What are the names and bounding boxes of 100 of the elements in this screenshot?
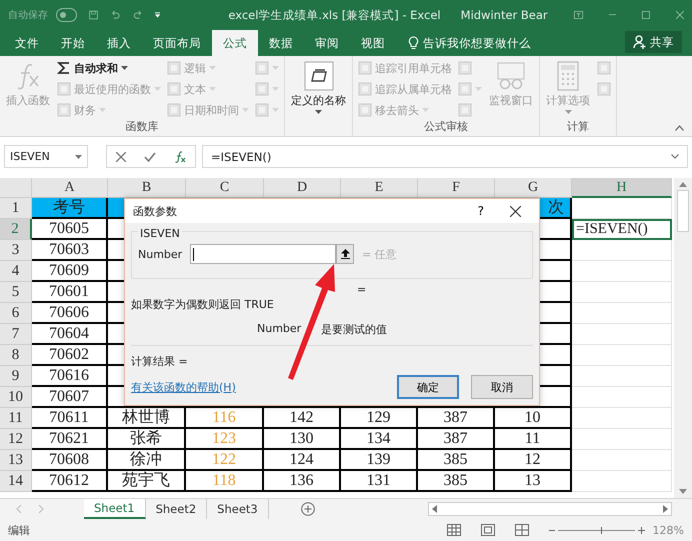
scroll-left-icon[interactable] <box>432 505 437 513</box>
ribbon-tab[interactable]: 文件 <box>4 30 50 56</box>
table-cell: 385 <box>418 471 495 492</box>
argument-value: = 任意 <box>362 246 397 262</box>
ribbon-button[interactable]: 定义的名称 <box>288 58 349 117</box>
column-header[interactable]: E <box>341 178 418 198</box>
autosave-toggle[interactable] <box>56 8 78 22</box>
command-icon <box>358 103 372 117</box>
help-link[interactable]: 有关该函数的帮助(H) <box>131 380 236 394</box>
share-button[interactable]: 共享 <box>625 31 682 53</box>
row-header[interactable]: 6 <box>0 303 32 324</box>
add-sheet-icon[interactable] <box>300 502 315 516</box>
table-cell: 10 <box>495 408 572 429</box>
row-header[interactable]: 2 <box>0 219 32 240</box>
column-header[interactable]: H <box>572 178 672 198</box>
column-header[interactable]: D <box>264 178 341 198</box>
command-icon <box>255 103 269 117</box>
check-icon[interactable] <box>144 152 156 162</box>
table-cell: 林世博 <box>108 408 186 429</box>
command-icon <box>458 82 472 96</box>
argument-help-text: 是要测试的值 <box>321 322 388 337</box>
ribbon-tab[interactable]: 开始 <box>50 30 96 56</box>
column-header[interactable]: C <box>186 178 264 198</box>
ribbon-tab[interactable]: 公式 <box>212 30 258 56</box>
upload-arrow-icon <box>340 249 350 259</box>
column-header[interactable]: A <box>32 178 108 198</box>
row-header[interactable]: 7 <box>0 324 32 345</box>
collapse-dialog-button[interactable] <box>336 244 354 264</box>
table-cell: 122 <box>186 450 264 471</box>
row-header[interactable]: 4 <box>0 261 32 282</box>
scroll-right-icon[interactable] <box>663 505 668 513</box>
table-cell: 129 <box>341 408 418 429</box>
table-cell: 70603 <box>32 240 108 261</box>
maximize-icon[interactable] <box>642 9 650 21</box>
formula-field[interactable]: =ISEVEN() <box>202 145 688 168</box>
table-cell: 139 <box>341 450 418 471</box>
name-box[interactable]: ISEVEN <box>4 145 88 168</box>
dialog-button[interactable]: 确定 <box>397 375 459 399</box>
formula-result-preview: = <box>357 283 368 297</box>
row-header[interactable]: 1 <box>0 198 32 219</box>
ribbon-button[interactable]: 自动求和 <box>55 58 163 78</box>
command-icon <box>358 61 372 75</box>
dialog-button[interactable]: 取消 <box>471 375 533 399</box>
argument-input-field[interactable] <box>190 244 336 264</box>
scroll-up-icon[interactable] <box>679 182 687 187</box>
cancel-icon[interactable] <box>116 152 126 162</box>
tell-me-search[interactable]: 告诉我你想要做什么 <box>408 30 531 56</box>
row-header[interactable]: 11 <box>0 408 32 429</box>
scroll-down-icon[interactable] <box>679 489 687 494</box>
column-header[interactable]: F <box>418 178 495 198</box>
table-cell: 考号 <box>32 198 108 219</box>
save-icon[interactable] <box>89 8 98 22</box>
row-header[interactable]: 5 <box>0 282 32 303</box>
table-cell: 70608 <box>32 450 108 471</box>
ribbon-display-icon[interactable] <box>574 9 583 21</box>
column-header[interactable]: G <box>495 178 572 198</box>
ribbon-tab[interactable]: 插入 <box>96 30 142 56</box>
row-header[interactable]: 10 <box>0 387 32 408</box>
normal-view-icon[interactable] <box>446 524 461 536</box>
collapse-ribbon-icon[interactable] <box>675 125 684 131</box>
table-cell: 142 <box>264 408 341 429</box>
sigma-icon <box>57 61 71 75</box>
command-icon <box>167 82 181 96</box>
ribbon-tab[interactable]: 视图 <box>350 30 396 56</box>
command-icon <box>358 82 372 96</box>
vertical-scrollbar[interactable] <box>674 178 692 498</box>
ribbon-tab[interactable]: 审阅 <box>304 30 350 56</box>
table-cell: 70609 <box>32 261 108 282</box>
ribbon-tab[interactable]: 数据 <box>258 30 304 56</box>
table-cell: 387 <box>418 408 495 429</box>
row-header[interactable]: 12 <box>0 429 32 450</box>
table-cell: 70611 <box>32 408 108 429</box>
help-button[interactable]: ? <box>478 204 484 218</box>
row-header[interactable]: 9 <box>0 366 32 387</box>
minimize-icon[interactable] <box>608 14 616 16</box>
function-name: ISEVEN <box>138 227 182 240</box>
command-icon <box>597 61 611 75</box>
horizontal-scrollbar[interactable] <box>428 502 672 516</box>
ribbon-tab[interactable]: 页面布局 <box>142 30 212 56</box>
status-mode: 编辑 <box>8 522 30 538</box>
row-header[interactable]: 13 <box>0 450 32 471</box>
window-title: excel学生成绩单.xls [兼容模式] - Excel <box>228 8 441 22</box>
zoom-slider[interactable] <box>548 526 645 534</box>
scroll-thumb[interactable] <box>677 190 689 232</box>
table-cell: 136 <box>264 471 341 492</box>
row-header[interactable]: 14 <box>0 471 32 492</box>
close-icon[interactable] <box>510 206 521 216</box>
table-cell: 张希 <box>108 429 186 450</box>
page-layout-icon[interactable] <box>480 524 495 536</box>
row-header[interactable]: 8 <box>0 345 32 366</box>
insert-function-icon[interactable] <box>174 150 186 162</box>
sheet-tab[interactable]: Sheet1 <box>84 499 146 519</box>
page-break-icon[interactable] <box>514 524 529 536</box>
customize-icon[interactable] <box>155 10 160 20</box>
command-icon <box>167 61 181 75</box>
table-cell: 118 <box>186 471 264 492</box>
column-header[interactable]: B <box>108 178 186 198</box>
row-header[interactable]: 3 <box>0 240 32 261</box>
table-cell: 70604 <box>32 324 108 345</box>
table-cell: 134 <box>341 429 418 450</box>
